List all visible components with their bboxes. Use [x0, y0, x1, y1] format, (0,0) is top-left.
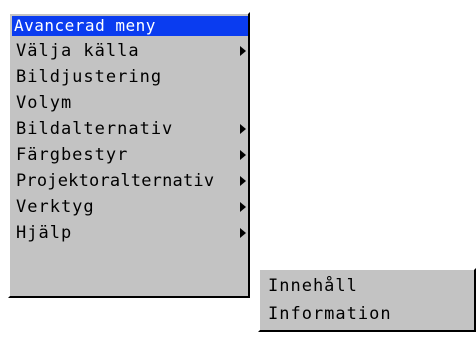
menu-item-label: Projektoralternativ — [16, 171, 215, 191]
menu-item-bildjustering[interactable]: Bildjustering — [16, 64, 248, 90]
submenu-item-innehall[interactable]: Innehåll — [268, 272, 468, 300]
menu-item-label: Bildjustering — [16, 67, 163, 87]
submenu-item-information[interactable]: Information — [268, 300, 468, 328]
menu-item-fargbestyr[interactable]: Färgbestyr — [16, 142, 248, 168]
menu-item-bildalternativ[interactable]: Bildalternativ — [16, 116, 248, 142]
help-submenu: Innehåll Information — [258, 268, 476, 332]
menu-item-projektoralternativ[interactable]: Projektoralternativ — [16, 168, 248, 194]
submenu-arrow-icon — [240, 202, 246, 212]
advanced-menu: Avancerad meny Välja källa Bildjustering… — [8, 12, 250, 298]
submenu-arrow-icon — [240, 150, 246, 160]
menu-item-hjalp[interactable]: Hjälp — [16, 220, 248, 246]
menu-title: Avancerad meny — [12, 16, 248, 36]
menu-item-label: Verktyg — [16, 197, 95, 217]
menu-item-label: Färgbestyr — [16, 145, 129, 165]
submenu-arrow-icon — [240, 228, 246, 238]
menu-item-label: Hjälp — [16, 223, 73, 243]
menu-item-label: Volym — [16, 93, 73, 113]
menu-item-verktyg[interactable]: Verktyg — [16, 194, 248, 220]
submenu-arrow-icon — [240, 46, 246, 56]
menu-item-label: Välja källa — [16, 41, 140, 61]
menu-item-valja-kalla[interactable]: Välja källa — [16, 38, 248, 64]
menu-item-label: Bildalternativ — [16, 119, 174, 139]
submenu-arrow-icon — [240, 124, 246, 134]
submenu-arrow-icon — [240, 176, 246, 186]
menu-item-volym[interactable]: Volym — [16, 90, 248, 116]
